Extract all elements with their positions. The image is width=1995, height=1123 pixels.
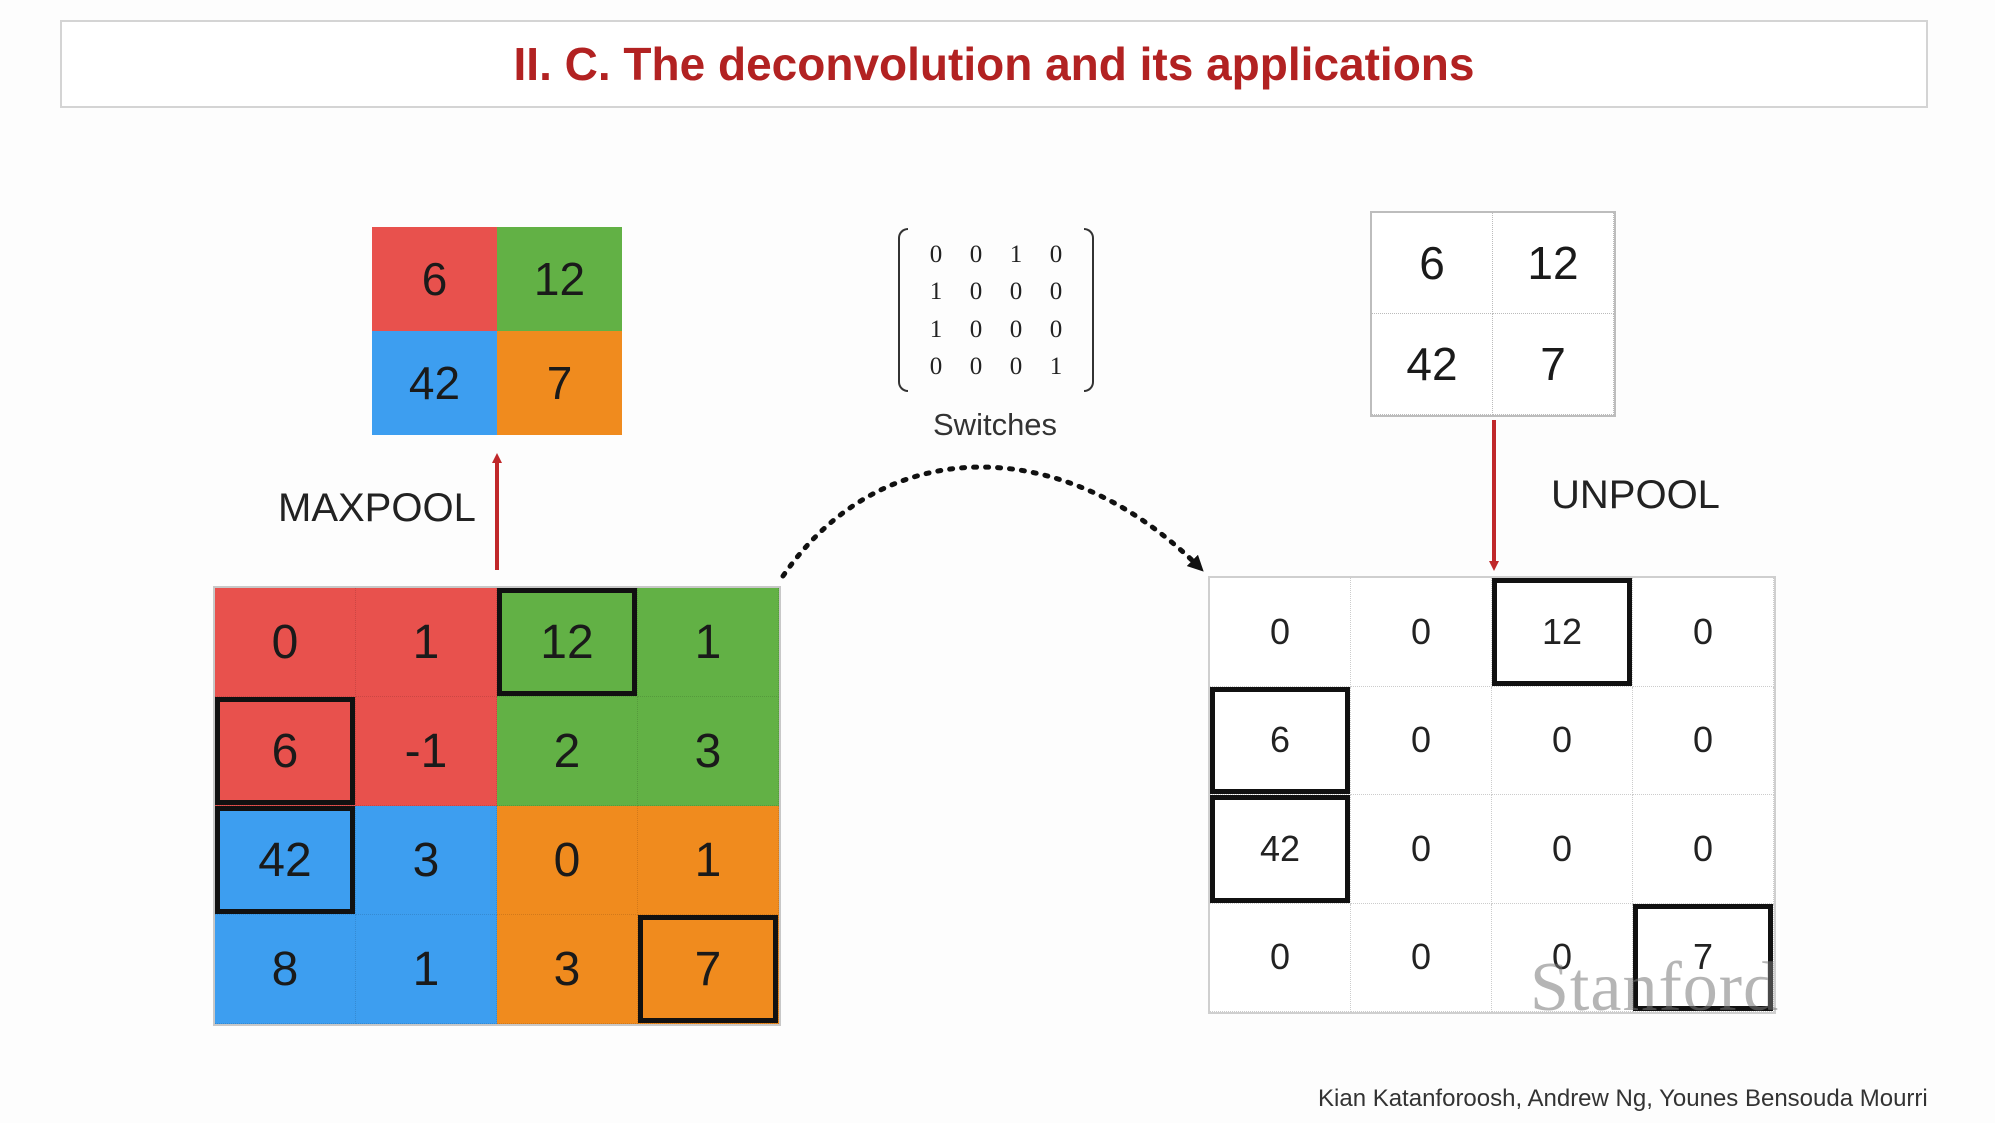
input-cell: 7 xyxy=(638,915,779,1024)
max-highlight-box xyxy=(215,806,355,914)
max-highlight-box xyxy=(638,915,778,1023)
authors-credit: Kian Katanforoosh, Andrew Ng, Younes Ben… xyxy=(1318,1085,1928,1112)
unpool-output-cell: 42 xyxy=(1210,795,1351,904)
input-cell: 6 xyxy=(215,697,356,806)
stanford-logo: Stanford xyxy=(1530,949,1780,1026)
input-cell: 12 xyxy=(497,588,638,697)
max-highlight-box xyxy=(1492,578,1632,686)
max-highlight-box xyxy=(497,588,637,696)
max-highlight-box xyxy=(1210,795,1350,903)
unpool-output-cell: 12 xyxy=(1492,578,1633,687)
unpool-output-cell: 6 xyxy=(1210,686,1351,795)
max-highlight-box xyxy=(1210,686,1350,794)
max-highlight-box xyxy=(215,697,355,805)
switches-transfer-arrow xyxy=(780,464,1204,579)
input-cell: 42 xyxy=(215,806,356,915)
